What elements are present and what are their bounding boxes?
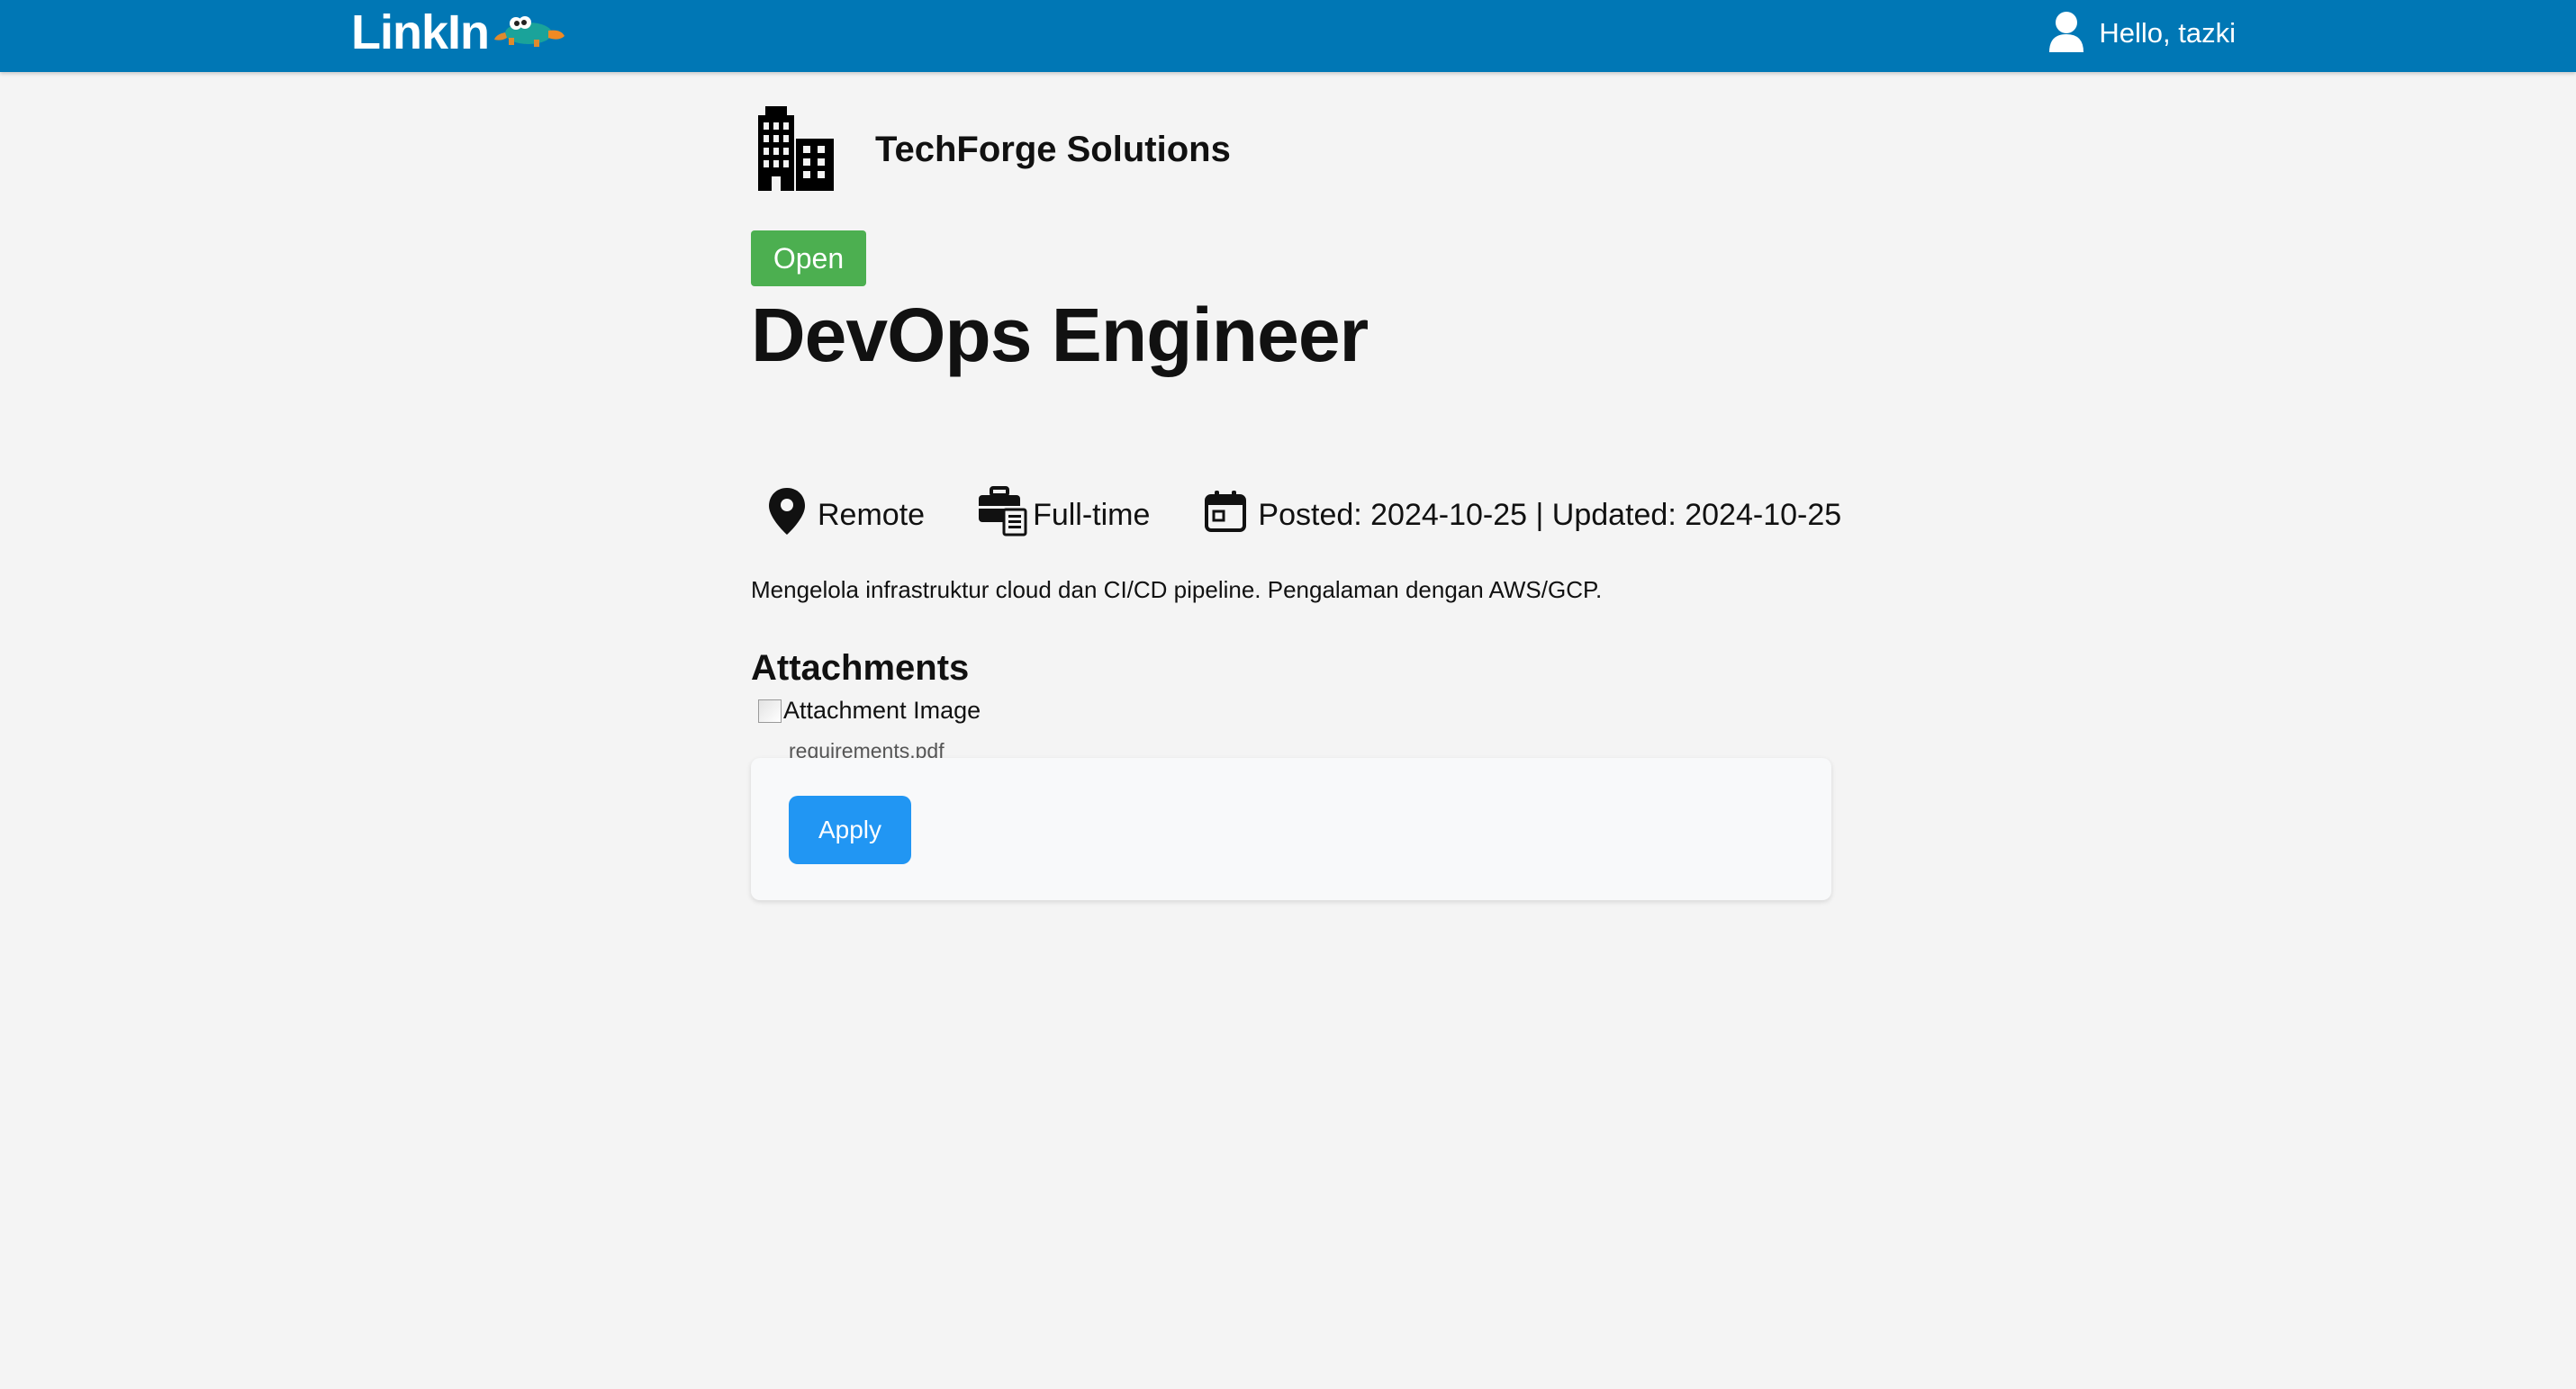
job-title: DevOps Engineer [751, 293, 1369, 377]
building-icon [751, 103, 841, 197]
apply-card: Apply [751, 758, 1831, 900]
location-label: Remote [818, 497, 926, 532]
broken-image-icon [758, 699, 782, 723]
top-navbar: LinkIn Hello, tazki [0, 0, 2576, 72]
company-header: TechForge Solutions [751, 104, 1231, 194]
job-dates: Posted: 2024-10-25 | Updated: 2024-10-25 [1204, 490, 1841, 541]
attachments-heading: Attachments [751, 648, 970, 688]
job-meta: Remote Full-time Posted: 2024-10-25 | Up… [751, 483, 1841, 547]
company-name: TechForge Solutions [875, 129, 1231, 169]
brand-name: LinkIn [351, 5, 490, 59]
job-location: Remote [767, 486, 925, 545]
user-menu[interactable]: Hello, tazki [2048, 11, 2236, 56]
attachment-image: Attachment Image [758, 697, 983, 725]
apply-button[interactable]: Apply [789, 796, 911, 864]
platypus-icon [494, 11, 566, 55]
job-type-label: Full-time [1033, 497, 1151, 532]
map-pin-icon [767, 486, 807, 545]
job-type: Full-time [977, 485, 1151, 545]
attachment-alt-text: Attachment Image [783, 697, 981, 724]
calendar-icon [1204, 490, 1247, 541]
dates-label: Posted: 2024-10-25 | Updated: 2024-10-25 [1258, 497, 1842, 532]
status-badge: Open [751, 230, 866, 286]
job-description: Mengelola infrastruktur cloud dan CI/CD … [751, 576, 1603, 603]
briefcase-icon [977, 485, 1029, 545]
user-greeting: Hello, tazki [2099, 17, 2236, 49]
brand-logo[interactable]: LinkIn [351, 4, 566, 61]
attachment-item[interactable]: Attachment Image requirements.pdf [758, 697, 983, 763]
user-icon [2048, 11, 2084, 57]
